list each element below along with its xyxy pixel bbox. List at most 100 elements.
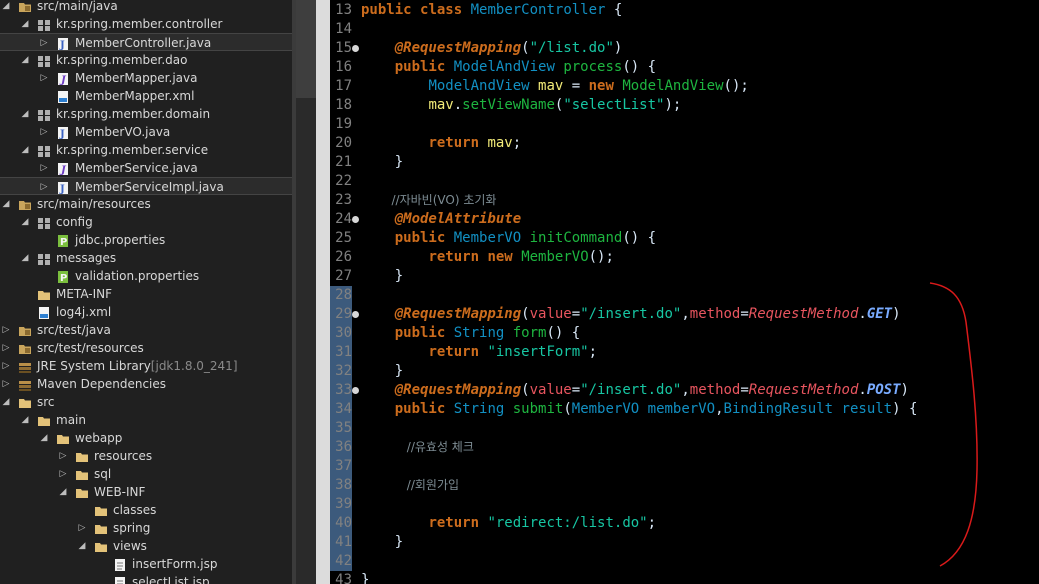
code-line[interactable]: 26 return new MemberVO();: [330, 248, 1039, 267]
line-number: 28: [330, 286, 352, 305]
expand-down-arrow-icon[interactable]: ◢: [76, 537, 88, 555]
code-editor[interactable]: 13 public class MemberController {14 15 @R…: [330, 0, 1039, 584]
expand-right-arrow-icon[interactable]: ▷: [38, 34, 50, 52]
code-line[interactable]: 33 @RequestMapping(value="/insert.do",me…: [330, 381, 1039, 400]
fold-toggle-icon[interactable]: [352, 311, 359, 318]
code-line[interactable]: 19: [330, 115, 1039, 134]
code-line[interactable]: 39: [330, 495, 1039, 514]
code-line[interactable]: 14: [330, 20, 1039, 39]
expand-down-arrow-icon[interactable]: ◢: [19, 105, 31, 123]
line-number: 14: [335, 21, 352, 37]
code-line[interactable]: 20 return mav;: [330, 134, 1039, 153]
code-line[interactable]: 37: [330, 457, 1039, 476]
code-line[interactable]: 36 //유효성 체크: [330, 438, 1039, 457]
tree-item[interactable]: insertForm.jsp: [0, 555, 292, 573]
tree-item[interactable]: ◢ messages: [0, 249, 292, 267]
tree-item[interactable]: ▷ JRE System Library[jdk1.8.0_241]: [0, 357, 292, 375]
expand-right-arrow-icon[interactable]: ▷: [0, 357, 12, 375]
tree-item[interactable]: ▷ J MemberController.java: [0, 33, 292, 51]
expand-down-arrow-icon[interactable]: ◢: [19, 51, 31, 69]
expand-down-arrow-icon[interactable]: ◢: [19, 141, 31, 159]
tree-item[interactable]: ◢ src/main/java: [0, 0, 292, 15]
code-line[interactable]: 25 public MemberVO initCommand() {: [330, 229, 1039, 248]
tree-item[interactable]: log4j.xml: [0, 303, 292, 321]
expand-right-arrow-icon[interactable]: ▷: [76, 519, 88, 537]
code-line[interactable]: 22: [330, 172, 1039, 191]
tree-item[interactable]: ▷ J MemberVO.java: [0, 123, 292, 141]
tree-item[interactable]: ▷ J MemberServiceImpl.java: [0, 177, 292, 195]
expand-down-arrow-icon[interactable]: ◢: [0, 393, 12, 411]
tree-item[interactable]: ◢ kr.spring.member.controller: [0, 15, 292, 33]
code-line[interactable]: 29 @RequestMapping(value="/insert.do",me…: [330, 305, 1039, 324]
fold-toggle-icon[interactable]: [352, 216, 359, 223]
expand-right-arrow-icon[interactable]: ▷: [38, 159, 50, 177]
expand-right-arrow-icon[interactable]: ▷: [0, 321, 12, 339]
expand-down-arrow-icon[interactable]: ◢: [38, 429, 50, 447]
code-line[interactable]: 35: [330, 419, 1039, 438]
expand-right-arrow-icon[interactable]: ▷: [0, 339, 12, 357]
tree-item[interactable]: ◢ src: [0, 393, 292, 411]
code-line[interactable]: 31 return "insertForm";: [330, 343, 1039, 362]
expand-right-arrow-icon[interactable]: ▷: [57, 465, 69, 483]
code-line[interactable]: 21 }: [330, 153, 1039, 172]
code-line[interactable]: 13 public class MemberController {: [330, 1, 1039, 20]
code-line[interactable]: 17 ModelAndView mav = new ModelAndView()…: [330, 77, 1039, 96]
tree-item[interactable]: ▷ src/test/java: [0, 321, 292, 339]
code-text: public ModelAndView process() {: [394, 59, 657, 75]
expand-down-arrow-icon[interactable]: ◢: [0, 0, 12, 15]
tree-item[interactable]: ◢ webapp: [0, 429, 292, 447]
tree-item[interactable]: ◢ WEB-INF: [0, 483, 292, 501]
tree-item[interactable]: MemberMapper.xml: [0, 87, 292, 105]
expand-right-arrow-icon[interactable]: ▷: [0, 375, 12, 393]
expand-down-arrow-icon[interactable]: ◢: [19, 15, 31, 33]
expand-down-arrow-icon[interactable]: ◢: [0, 195, 12, 213]
tree-item[interactable]: ▷ Maven Dependencies: [0, 375, 292, 393]
tree-item[interactable]: Pvalidation.properties: [0, 267, 292, 285]
code-line[interactable]: 15 @RequestMapping("/list.do"): [330, 39, 1039, 58]
code-line[interactable]: 34 public String submit(MemberVO memberV…: [330, 400, 1039, 419]
tree-item[interactable]: ◢ kr.spring.member.dao: [0, 51, 292, 69]
tree-item[interactable]: ◢ config: [0, 213, 292, 231]
code-line[interactable]: 40 return "redirect:/list.do";: [330, 514, 1039, 533]
tree-item[interactable]: ▷ resources: [0, 447, 292, 465]
tree-item[interactable]: ◢ kr.spring.member.domain: [0, 105, 292, 123]
code-line[interactable]: 38 //회원가입: [330, 476, 1039, 495]
code-line[interactable]: 23 //자바빈(VO) 초기화: [330, 191, 1039, 210]
code-line[interactable]: 42: [330, 552, 1039, 571]
tree-item[interactable]: ◢ src/main/resources: [0, 195, 292, 213]
expand-right-arrow-icon[interactable]: ▷: [57, 447, 69, 465]
tree-item-label: MemberController.java: [75, 36, 212, 50]
code-line[interactable]: 27 }: [330, 267, 1039, 286]
code-line[interactable]: 28: [330, 286, 1039, 305]
tree-item-label: MemberServiceImpl.java: [75, 180, 224, 194]
fold-toggle-icon[interactable]: [352, 45, 359, 52]
expand-down-arrow-icon[interactable]: ◢: [57, 483, 69, 501]
code-line[interactable]: 16 public ModelAndView process() {: [330, 58, 1039, 77]
fold-toggle-icon[interactable]: [352, 387, 359, 394]
tree-item[interactable]: ▷ spring: [0, 519, 292, 537]
tree-item[interactable]: ◢ views: [0, 537, 292, 555]
tree-item[interactable]: Pjdbc.properties: [0, 231, 292, 249]
tree-item[interactable]: ▷ src/test/resources: [0, 339, 292, 357]
expand-right-arrow-icon[interactable]: ▷: [38, 178, 50, 196]
java-file-icon: J: [56, 36, 70, 51]
tree-item[interactable]: ◢ kr.spring.member.service: [0, 141, 292, 159]
code-line[interactable]: 18 mav.setViewName("selectList");: [330, 96, 1039, 115]
code-line[interactable]: 43}: [330, 571, 1039, 584]
tree-item[interactable]: ▷ J MemberService.java: [0, 159, 292, 177]
tree-item[interactable]: ▷ J MemberMapper.java: [0, 69, 292, 87]
tree-item[interactable]: selectList.jsp: [0, 573, 292, 584]
expand-down-arrow-icon[interactable]: ◢: [19, 411, 31, 429]
tree-item[interactable]: classes: [0, 501, 292, 519]
expand-right-arrow-icon[interactable]: ▷: [38, 69, 50, 87]
tree-item[interactable]: META-INF: [0, 285, 292, 303]
tree-item[interactable]: ◢ main: [0, 411, 292, 429]
code-line[interactable]: 41 }: [330, 533, 1039, 552]
expand-down-arrow-icon[interactable]: ◢: [19, 249, 31, 267]
expand-right-arrow-icon[interactable]: ▷: [38, 123, 50, 141]
code-line[interactable]: 32 }: [330, 362, 1039, 381]
code-line[interactable]: 24 @ModelAttribute: [330, 210, 1039, 229]
expand-down-arrow-icon[interactable]: ◢: [19, 213, 31, 231]
code-line[interactable]: 30 public String form() {: [330, 324, 1039, 343]
tree-item[interactable]: ▷ sql: [0, 465, 292, 483]
